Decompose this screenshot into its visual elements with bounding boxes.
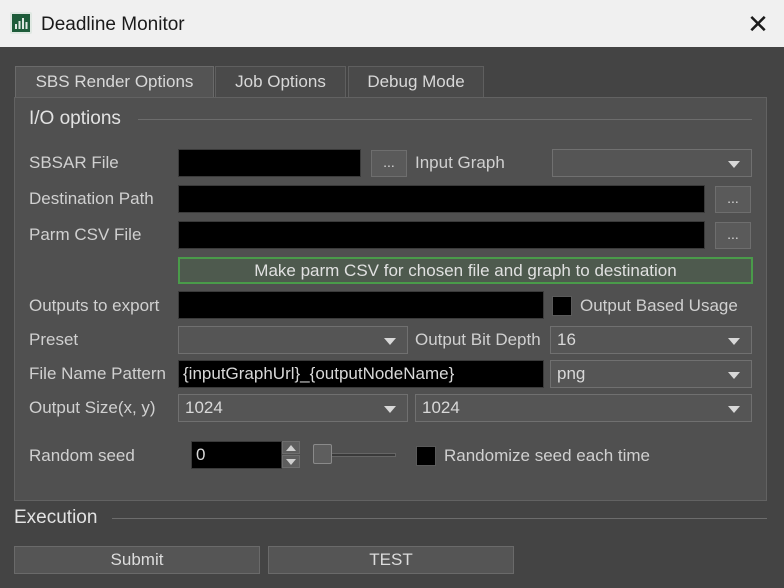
- destination-label: Destination Path: [29, 189, 154, 208]
- format-value: png: [557, 364, 586, 383]
- outputs-label: Outputs to export: [29, 296, 160, 315]
- parm-csv-browse-button[interactable]: ...: [715, 222, 751, 249]
- bit-depth-label: Output Bit Depth: [415, 330, 541, 349]
- parm-csv-label: Parm CSV File: [29, 225, 142, 244]
- size-y-select[interactable]: 1024: [415, 394, 752, 422]
- title-bar: Deadline Monitor ✕: [0, 0, 784, 47]
- execution-divider: [112, 518, 767, 519]
- submit-button[interactable]: Submit: [14, 546, 260, 574]
- bit-depth-value: 16: [557, 330, 576, 349]
- output-based-usage-checkbox[interactable]: [552, 296, 572, 316]
- output-size-label: Output Size(x, y): [29, 398, 156, 417]
- monitor-icon: [10, 12, 32, 34]
- test-button[interactable]: TEST: [268, 546, 514, 574]
- chevron-down-icon: [728, 338, 740, 345]
- tab-job-options[interactable]: Job Options: [215, 66, 346, 97]
- size-x-value: 1024: [185, 398, 223, 417]
- sbsar-browse-button[interactable]: ...: [371, 150, 407, 177]
- sbsar-file-input[interactable]: [178, 149, 361, 177]
- bit-depth-select[interactable]: 16: [550, 326, 752, 354]
- randomize-seed-checkbox[interactable]: [416, 446, 436, 466]
- parm-csv-input[interactable]: [178, 221, 705, 249]
- randomize-seed-label: Randomize seed each time: [444, 446, 651, 465]
- chevron-down-icon: [728, 161, 740, 168]
- random-seed-label: Random seed: [29, 446, 135, 465]
- spin-up-icon[interactable]: [282, 441, 300, 454]
- output-based-usage-label: Output Based Usage: [580, 296, 738, 315]
- preset-label: Preset: [29, 330, 79, 349]
- destination-browse-button[interactable]: ...: [715, 186, 751, 213]
- io-divider: [138, 119, 752, 120]
- io-group-title: I/O options: [29, 108, 121, 129]
- chevron-down-icon: [384, 338, 396, 345]
- close-icon[interactable]: ✕: [736, 6, 780, 42]
- input-graph-select[interactable]: [552, 149, 752, 177]
- make-parm-csv-button[interactable]: Make parm CSV for chosen file and graph …: [178, 257, 753, 284]
- file-name-pattern-label: File Name Pattern: [29, 364, 166, 383]
- execution-title: Execution: [14, 507, 98, 528]
- chevron-down-icon: [384, 406, 396, 413]
- size-y-value: 1024: [422, 398, 460, 417]
- chevron-down-icon: [728, 406, 740, 413]
- random-seed-input[interactable]: 0: [191, 441, 282, 469]
- tab-debug-mode[interactable]: Debug Mode: [348, 66, 484, 97]
- tab-sbs-render-options[interactable]: SBS Render Options: [15, 66, 214, 98]
- format-select[interactable]: png: [550, 360, 752, 388]
- spin-down-icon[interactable]: [282, 455, 300, 468]
- window-title: Deadline Monitor: [41, 14, 185, 35]
- chevron-down-icon: [728, 372, 740, 379]
- size-x-select[interactable]: 1024: [178, 394, 408, 422]
- outputs-input[interactable]: [178, 291, 544, 319]
- file-name-pattern-input[interactable]: {inputGraphUrl}_{outputNodeName}: [178, 360, 544, 388]
- seed-slider-handle[interactable]: [313, 444, 332, 464]
- input-graph-label: Input Graph: [415, 153, 505, 172]
- destination-path-input[interactable]: [178, 185, 705, 213]
- preset-select[interactable]: [178, 326, 408, 354]
- sbsar-label: SBSAR File: [29, 153, 119, 172]
